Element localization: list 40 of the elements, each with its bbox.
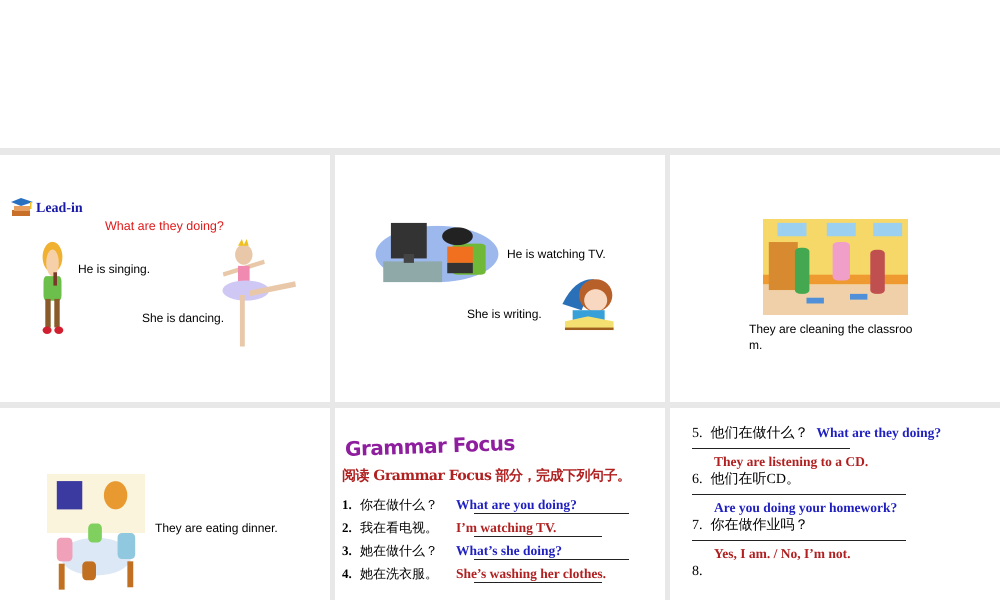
answer-text: She’s washing her clothes. (456, 566, 606, 581)
prompt-text: 她在做什么？ (360, 542, 439, 560)
instruction-text: 阅读 Grammar Focus 部分，完成下列句子。 (342, 468, 631, 484)
item-number: 5. (692, 425, 702, 442)
item-number: 4. (342, 566, 353, 582)
item-number: 3. (342, 543, 353, 559)
prompt-text: 她在洗衣服。 (360, 565, 439, 583)
slide-thumbnail[interactable]: They are eating dinner. (0, 408, 330, 600)
answer-text: I’m watching TV. (456, 520, 556, 535)
caption-text: She is dancing. (142, 311, 224, 325)
answer-text: What’s she doing? (456, 543, 562, 558)
question-text: What are they doing? (105, 219, 224, 233)
prompt-text: 我在看电视。 (360, 519, 439, 537)
item-number: 6. (692, 471, 702, 488)
item-number: 1. (342, 497, 353, 513)
slide-thumbnail[interactable]: Lead-in What are they doing? He is singing. She is dancing. (0, 155, 330, 402)
slide-thumbnail[interactable]: He is watching TV. She is writing. (335, 155, 665, 402)
slide-heading: Lead-in (36, 201, 83, 216)
answer-text: They are listening to a CD. (714, 454, 868, 469)
prompt-text: 他们在听CD。 (710, 471, 800, 488)
caption-text: They are eating dinner. (155, 521, 278, 535)
slide-thumbnail[interactable]: 5. 他们在做什么？ What are they doing? They are listening to a CD. 6. 他们在听CD。 Are you doing your homework? 7. 你在做作业吗？ Yes, I am. / No, I’m not. 8. (670, 408, 1000, 600)
answer-text: What are they doing? (816, 424, 942, 441)
caption-text: They are cleaning the classroom. (749, 322, 914, 354)
slide-title: Grammar Focus (344, 431, 516, 461)
slide-thumbnail[interactable]: They are cleaning the classroom. (670, 155, 1000, 402)
item-number: 7. (692, 517, 702, 534)
prompt-text: 他们在做什么？ (710, 425, 808, 442)
answer-text: Yes, I am. / No, I’m not. (714, 546, 850, 561)
books-icon (10, 196, 34, 218)
item-number: 8. (692, 563, 702, 580)
item-number: 2. (342, 520, 353, 536)
caption-text: She is writing. (467, 307, 542, 321)
prompt-text: 你在做作业吗？ (710, 517, 808, 534)
caption-text: He is singing. (78, 262, 150, 276)
caption-text: He is watching TV. (507, 247, 606, 261)
answer-text: Are you doing your homework? (714, 500, 898, 515)
answer-text: What are you doing? (456, 497, 577, 512)
slide-thumbnail[interactable]: Grammar Focus 阅读 Grammar Focus 部分，完成下列句子。 1. 你在做什么？ What are you doing? 2. 我在看电视。 I’m watching TV. 3. 她在做什么？ What’s she doing? 4. 她在洗衣服。 She’s washing her clothes. (335, 408, 665, 600)
prompt-text: 你在做什么？ (360, 496, 439, 514)
